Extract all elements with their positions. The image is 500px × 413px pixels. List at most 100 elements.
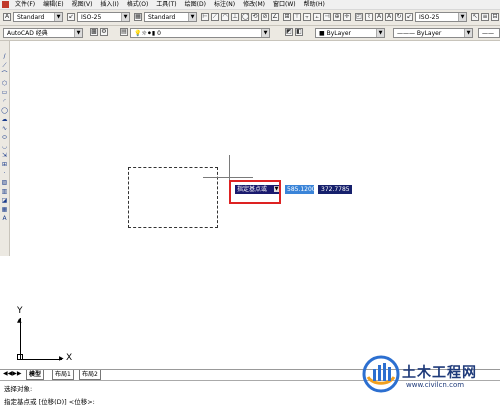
color-select[interactable]: ■ ByLayer ▼ <box>315 28 385 38</box>
space-icon[interactable]: ⫠ <box>313 13 321 21</box>
mleader-collect-icon[interactable]: ⊟ <box>491 13 499 21</box>
angular-icon[interactable]: ∠ <box>271 13 279 21</box>
menu-help[interactable]: 帮助(H) <box>300 0 329 9</box>
workspace-settings-icon[interactable]: ▩ <box>90 28 98 36</box>
dim-style-icon[interactable]: ↙ <box>67 13 75 21</box>
menu-insert[interactable]: 插入(I) <box>96 0 122 9</box>
layer-select[interactable]: 💡☼⚫▮ 0 ▼ <box>130 28 270 38</box>
dim-text-edit-icon[interactable]: Ā <box>385 13 393 21</box>
linetype-value: ByLayer <box>416 30 442 37</box>
tab-nav-icon[interactable]: ◀◀▶▶ <box>3 370 21 377</box>
linear-dim-icon[interactable]: ⊢ <box>201 13 209 21</box>
text-style-select[interactable]: Standard ▼ <box>13 12 63 22</box>
layer-previous-icon[interactable]: ◧ <box>295 28 303 36</box>
region-icon[interactable]: ◪ <box>1 197 8 204</box>
chevron-down-icon[interactable]: ▼ <box>458 13 466 21</box>
center-mark-icon[interactable]: ✛ <box>343 13 351 21</box>
quick-dim-icon[interactable]: ⊞ <box>283 13 291 21</box>
menu-tools[interactable]: 工具(T) <box>152 0 180 9</box>
arc-icon[interactable]: ◜ <box>1 98 8 105</box>
dim-update-icon[interactable]: ↻ <box>395 13 403 21</box>
ordinate-icon[interactable]: ⊥ <box>231 13 239 21</box>
polygon-icon[interactable]: ⬡ <box>1 80 8 87</box>
point-icon[interactable]: · <box>1 170 8 177</box>
insert-block-icon[interactable]: ⇲ <box>1 152 8 159</box>
table-style-select[interactable]: Standard ▼ <box>144 12 197 22</box>
command-prompt-line[interactable]: 指定基点或 [位移(D)] <位移>: <box>4 398 95 407</box>
ucs-x-axis <box>20 359 62 360</box>
chevron-down-icon[interactable]: ▼ <box>188 13 196 21</box>
menu-edit[interactable]: 编辑(E) <box>39 0 67 9</box>
menu-window[interactable]: 窗口(W) <box>269 0 300 9</box>
watermark-logo <box>362 355 400 393</box>
ucs-y-label: Y <box>17 306 23 316</box>
hatch-icon[interactable]: ▨ <box>1 179 8 186</box>
dim-style-select[interactable]: ISO-25 ▼ <box>77 12 130 22</box>
lineweight-select[interactable]: —— <box>478 28 500 38</box>
ucs-origin-box <box>17 354 23 360</box>
diameter-icon[interactable]: ⊘ <box>261 13 269 21</box>
tab-layout2[interactable]: 布局2 <box>79 370 101 380</box>
line-icon[interactable]: / <box>1 53 8 60</box>
chevron-down-icon[interactable]: ▼ <box>74 29 82 37</box>
chevron-down-icon[interactable]: ▼ <box>464 29 472 37</box>
aligned-dim-icon[interactable]: ⟋ <box>211 13 219 21</box>
tab-model[interactable]: 模型 <box>26 370 45 380</box>
circle-icon[interactable]: ◯ <box>1 107 8 114</box>
menu-format[interactable]: 格式(O) <box>123 0 152 9</box>
revision-cloud-icon[interactable]: ☁ <box>1 116 8 123</box>
crosshair-horizontal <box>203 177 253 178</box>
jogged-linear-icon[interactable]: ⌇ <box>365 13 373 21</box>
ellipse-icon[interactable]: ⬭ <box>1 134 8 141</box>
spline-icon[interactable]: ∿ <box>1 125 8 132</box>
ucs-x-label: X <box>66 353 73 363</box>
text-style-icon[interactable]: A <box>3 13 11 21</box>
make-current-layer-icon[interactable]: ◩ <box>285 28 293 36</box>
rectangle-icon[interactable]: ▭ <box>1 89 8 96</box>
menu-view[interactable]: 视图(V) <box>68 0 97 9</box>
menu-draw[interactable]: 绘图(D) <box>181 0 210 9</box>
menu-dimension[interactable]: 标注(N) <box>210 0 239 9</box>
chevron-down-icon[interactable]: ▼ <box>261 29 269 37</box>
ellipse-arc-icon[interactable]: ◡ <box>1 143 8 150</box>
mleader-style-select[interactable]: ISO-25 ▼ <box>415 12 467 22</box>
construction-line-icon[interactable]: ⟋ <box>1 62 8 69</box>
workspace-value: AutoCAD 经典 <box>7 30 48 37</box>
menu-file[interactable]: 文件(F) <box>11 0 39 9</box>
chevron-down-icon[interactable]: ▼ <box>376 29 384 37</box>
coordinate-y-input[interactable]: 372.7785 <box>318 185 352 194</box>
mleader-icon[interactable]: ↙ <box>405 13 413 21</box>
down-arrow-icon[interactable]: ▼ <box>274 186 279 192</box>
tab-layout1[interactable]: 布局1 <box>52 370 74 380</box>
layer-manager-icon[interactable]: ▤ <box>120 28 128 36</box>
multiline-text-icon[interactable]: A <box>1 215 8 222</box>
make-block-icon[interactable]: ⊞ <box>1 161 8 168</box>
dim-edit-icon[interactable]: A <box>375 13 383 21</box>
command-history-line: 选择对象: <box>4 385 33 393</box>
inspect-icon[interactable]: ◰ <box>355 13 363 21</box>
radius-icon[interactable]: ◯ <box>241 13 249 21</box>
app-icon[interactable] <box>2 1 9 8</box>
polyline-icon[interactable]: ⌒ <box>1 71 8 78</box>
table-icon[interactable]: ▦ <box>1 206 8 213</box>
chevron-down-icon[interactable]: ▼ <box>121 13 129 21</box>
coordinate-x-input[interactable]: 585.1200 <box>285 185 316 194</box>
table-style-value: Standard <box>148 14 176 21</box>
menu-modify[interactable]: 修改(M) <box>239 0 269 9</box>
gradient-icon[interactable]: ▥ <box>1 188 8 195</box>
workspace-switch-icon[interactable]: ⚙ <box>100 28 108 36</box>
table-style-icon[interactable]: ▦ <box>134 13 142 21</box>
baseline-icon[interactable]: ⊤ <box>293 13 301 21</box>
ucs-x-arrow-icon: ▶ <box>59 355 64 362</box>
tolerance-icon[interactable]: ⊕ <box>333 13 341 21</box>
chevron-down-icon[interactable]: ▼ <box>54 13 62 21</box>
break-icon[interactable]: ⊣ <box>323 13 331 21</box>
mleader-align-icon[interactable]: ≡ <box>481 13 489 21</box>
jogged-icon[interactable]: ⟲ <box>251 13 259 21</box>
continue-icon[interactable]: ⫟ <box>303 13 311 21</box>
workspace-select[interactable]: AutoCAD 经典 ▼ <box>3 28 83 38</box>
mleader-add-icon[interactable]: ↖ <box>471 13 479 21</box>
arc-length-icon[interactable]: ◠ <box>221 13 229 21</box>
linetype-select[interactable]: ——— ByLayer ▼ <box>393 28 473 38</box>
drawing-area[interactable] <box>10 41 500 368</box>
